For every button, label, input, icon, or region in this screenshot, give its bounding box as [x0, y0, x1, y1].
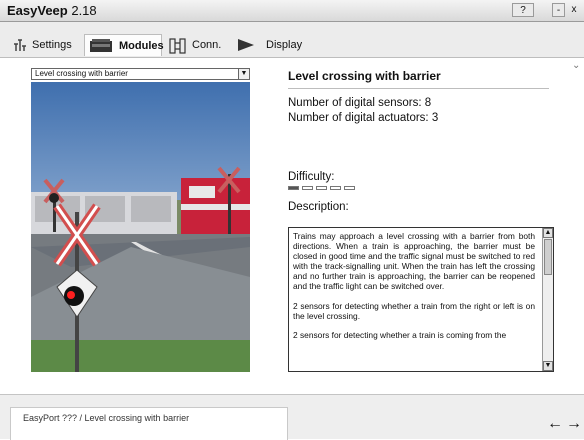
- modules-icon: [90, 39, 112, 52]
- module-title: Level crossing with barrier: [288, 69, 441, 83]
- description-text: Trains may approach a level crossing wit…: [289, 228, 539, 349]
- digital-actuators-count: Number of digital actuators: 3: [288, 112, 439, 124]
- tab-display[interactable]: Display: [232, 34, 312, 56]
- difficulty-segment: [330, 186, 341, 190]
- app-name: EasyVeep: [7, 3, 68, 18]
- tab-label: Conn.: [192, 39, 222, 51]
- level-crossing-photo: [31, 82, 250, 372]
- digital-sensors-count: Number of digital sensors: 8: [288, 97, 432, 109]
- tab-modules[interactable]: Modules: [84, 34, 164, 56]
- tab-bar: Settings Modules Conn. Display: [0, 22, 584, 58]
- help-button[interactable]: ?: [512, 3, 534, 17]
- title-divider: [288, 88, 549, 89]
- app-title: EasyVeep 2.18: [7, 3, 97, 18]
- description-paragraph: 2 sensors for detecting whether a train …: [293, 329, 507, 340]
- close-button[interactable]: x: [566, 3, 582, 17]
- tab-label: Settings: [32, 39, 72, 51]
- difficulty-segment: [316, 186, 327, 190]
- forward-arrow-icon[interactable]: →: [566, 415, 582, 433]
- back-arrow-icon[interactable]: ←: [547, 415, 563, 433]
- minimize-button[interactable]: -: [552, 3, 565, 17]
- scroll-thumb[interactable]: [544, 239, 552, 275]
- module-select-value: Level crossing with barrier: [35, 69, 128, 78]
- app-version: 2.18: [71, 3, 97, 18]
- module-select[interactable]: Level crossing with barrier ▼: [31, 68, 250, 80]
- description-label: Description:: [288, 201, 349, 213]
- description-paragraph: Trains may approach a level crossing wit…: [293, 231, 535, 292]
- tab-settings[interactable]: Settings: [10, 34, 80, 56]
- scroll-up-icon[interactable]: ▲: [543, 228, 553, 238]
- tab-label: Display: [266, 39, 303, 51]
- tab-conn[interactable]: Conn.: [164, 34, 230, 56]
- description-scrollbar[interactable]: ▲ ▼: [542, 228, 553, 371]
- difficulty-label: Difficulty:: [288, 171, 335, 183]
- scroll-down-icon[interactable]: ▼: [543, 361, 553, 371]
- description-paragraph: 2 sensors for detecting whether a train …: [293, 300, 535, 321]
- status-panel: EasyPort ??? / Level crossing with barri…: [10, 407, 288, 440]
- title-bar: EasyVeep 2.18 ? - x: [0, 0, 584, 22]
- difficulty-segment: [344, 186, 355, 190]
- panel-corner-icon: ⌄: [572, 60, 581, 71]
- chevron-down-icon[interactable]: ▼: [238, 69, 249, 79]
- difficulty-segment: [288, 186, 299, 190]
- difficulty-segment: [302, 186, 313, 190]
- tab-label: Modules: [119, 40, 164, 52]
- connection-icon: [169, 38, 186, 54]
- description-box: Trains may approach a level crossing wit…: [288, 227, 554, 372]
- display-icon: [238, 39, 254, 51]
- status-bar: EasyPort ??? / Level crossing with barri…: [0, 394, 584, 440]
- settings-icon: [14, 39, 26, 51]
